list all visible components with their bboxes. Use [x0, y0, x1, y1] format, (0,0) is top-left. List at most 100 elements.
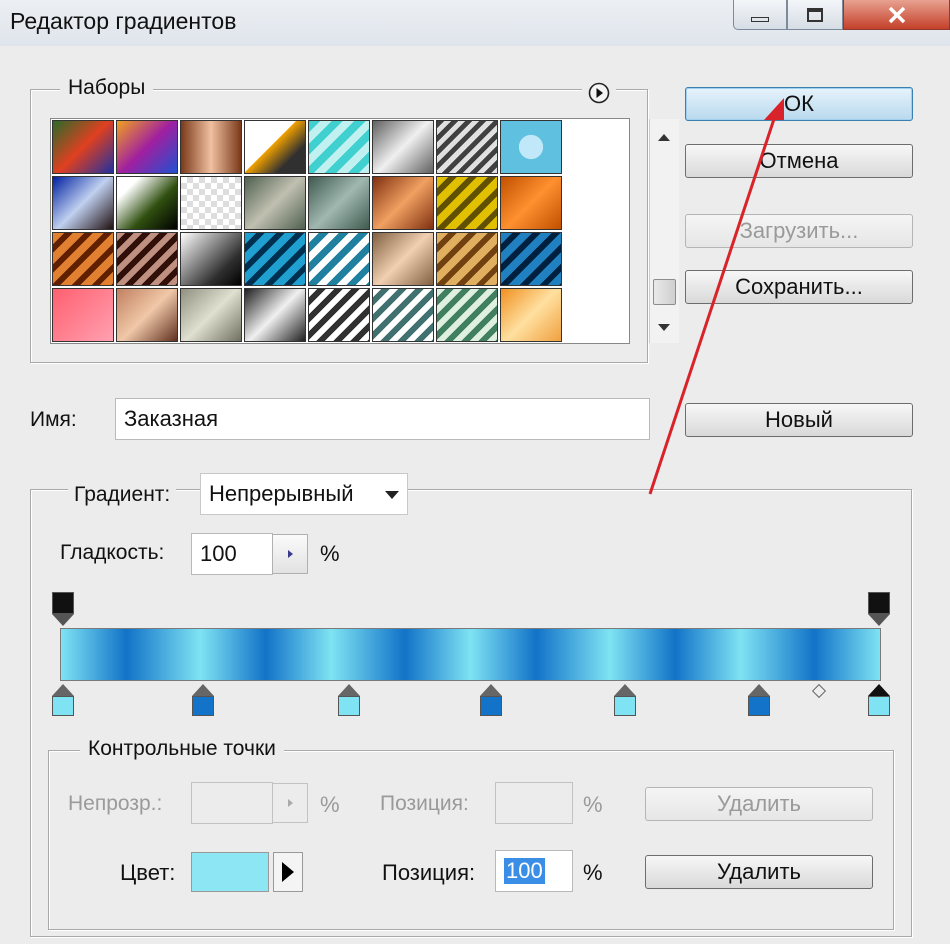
preset-swatch[interactable]: [180, 288, 242, 342]
preset-swatch[interactable]: [500, 176, 562, 230]
ok-button[interactable]: ОК: [685, 87, 913, 121]
presets-scrollbar[interactable]: [649, 119, 679, 343]
opacity-stop-left[interactable]: [52, 592, 74, 628]
arrow-up-icon[interactable]: [658, 134, 670, 141]
preset-swatch[interactable]: [52, 120, 114, 174]
preset-swatch[interactable]: [180, 232, 242, 286]
opacity-stop-left-pointer: [52, 614, 74, 626]
opacity-stop-right[interactable]: [868, 592, 890, 628]
preset-swatch[interactable]: [372, 176, 434, 230]
new-button[interactable]: Новый: [685, 403, 913, 437]
opacity-unit: %: [320, 792, 340, 817]
color-stop[interactable]: [748, 684, 770, 716]
preset-swatch[interactable]: [244, 176, 306, 230]
color-stop-pointer: [748, 684, 770, 696]
color-stop[interactable]: [52, 684, 74, 716]
maximize-button[interactable]: [787, 0, 843, 30]
color-stop[interactable]: [338, 684, 360, 716]
color-stop-box: [338, 696, 360, 716]
preset-swatch[interactable]: [372, 288, 434, 342]
preset-swatch[interactable]: [180, 120, 242, 174]
scroll-thumb[interactable]: [653, 279, 676, 305]
preset-swatch[interactable]: [116, 176, 178, 230]
color-swatch[interactable]: [191, 852, 269, 892]
preset-swatch[interactable]: [116, 288, 178, 342]
color-stop[interactable]: [614, 684, 636, 716]
color-position-field[interactable]: 100: [495, 850, 573, 892]
color-stop-pointer: [52, 684, 74, 696]
color-stop[interactable]: [868, 684, 890, 716]
preset-swatch[interactable]: [372, 232, 434, 286]
preset-swatch[interactable]: [436, 232, 498, 286]
preset-swatch[interactable]: [500, 288, 562, 342]
opacity-stop-right-box: [868, 592, 890, 614]
opacity-stepper[interactable]: [272, 783, 308, 823]
preset-swatch[interactable]: [52, 288, 114, 342]
preset-swatch[interactable]: [180, 176, 242, 230]
opacity-field[interactable]: [191, 782, 273, 824]
minimize-icon: [751, 17, 769, 22]
smoothness-stepper[interactable]: [272, 534, 308, 574]
color-position-value: 100: [504, 858, 545, 884]
color-delete-button[interactable]: Удалить: [645, 855, 873, 889]
preset-swatch[interactable]: [308, 176, 370, 230]
minimize-button[interactable]: [733, 0, 787, 30]
color-stop-box: [614, 696, 636, 716]
preset-swatch[interactable]: [436, 288, 498, 342]
preset-swatch[interactable]: [308, 120, 370, 174]
save-button[interactable]: Сохранить...: [685, 270, 913, 304]
color-position-label: Позиция:: [382, 860, 476, 885]
name-field[interactable]: Заказная: [115, 398, 650, 440]
preset-swatches[interactable]: [50, 118, 679, 344]
smoothness-unit: %: [320, 541, 340, 566]
color-stop-pointer: [614, 684, 636, 696]
opacity-stop-right-pointer: [868, 614, 890, 626]
play-icon: [282, 862, 294, 882]
gradient-preview-bar[interactable]: [60, 628, 881, 681]
circle-play-icon: [588, 82, 610, 104]
preset-swatch[interactable]: [308, 232, 370, 286]
preset-swatch[interactable]: [244, 120, 306, 174]
preset-swatch[interactable]: [500, 232, 562, 286]
opacity-delete-button[interactable]: Удалить: [645, 787, 873, 821]
smoothness-field[interactable]: 100: [191, 533, 273, 575]
color-stop-box: [748, 696, 770, 716]
preset-swatch[interactable]: [52, 232, 114, 286]
chevron-right-icon: [287, 550, 293, 558]
preset-swatch[interactable]: [436, 120, 498, 174]
presets-legend: Наборы: [60, 76, 154, 100]
gradient-type-label: Градиент:: [68, 483, 177, 507]
preset-swatch[interactable]: [116, 232, 178, 286]
color-position-unit: %: [583, 860, 603, 885]
color-stop-pointer: [338, 684, 360, 696]
opacity-position-unit: %: [583, 792, 603, 817]
color-stop[interactable]: [480, 684, 502, 716]
preset-swatch[interactable]: [500, 120, 562, 174]
preset-swatch[interactable]: [244, 288, 306, 342]
color-menu-button[interactable]: [273, 852, 303, 892]
chevron-down-icon: [385, 491, 399, 499]
color-stop-box: [192, 696, 214, 716]
color-stop-pointer: [192, 684, 214, 696]
presets-menu-button[interactable]: [582, 82, 616, 109]
preset-swatch[interactable]: [244, 232, 306, 286]
preset-swatch[interactable]: [116, 120, 178, 174]
chevron-right-icon: [287, 799, 293, 807]
color-stop-box: [52, 696, 74, 716]
gradient-type-value: Непрерывный: [209, 481, 354, 506]
opacity-position-field[interactable]: [495, 782, 573, 824]
preset-swatch[interactable]: [308, 288, 370, 342]
preset-swatch[interactable]: [372, 120, 434, 174]
load-button[interactable]: Загрузить...: [685, 214, 913, 248]
preset-swatch[interactable]: [436, 176, 498, 230]
color-stop[interactable]: [192, 684, 214, 716]
close-button[interactable]: [843, 0, 950, 30]
color-label: Цвет:: [120, 860, 176, 885]
color-stop-pointer: [868, 684, 890, 696]
arrow-down-icon[interactable]: [658, 324, 670, 331]
gradient-type-select[interactable]: Непрерывный: [200, 473, 408, 515]
preset-swatch[interactable]: [52, 176, 114, 230]
window-title: Редактор градиентов: [10, 8, 237, 34]
stops-group: [48, 750, 894, 930]
cancel-button[interactable]: Отмена: [685, 144, 913, 178]
